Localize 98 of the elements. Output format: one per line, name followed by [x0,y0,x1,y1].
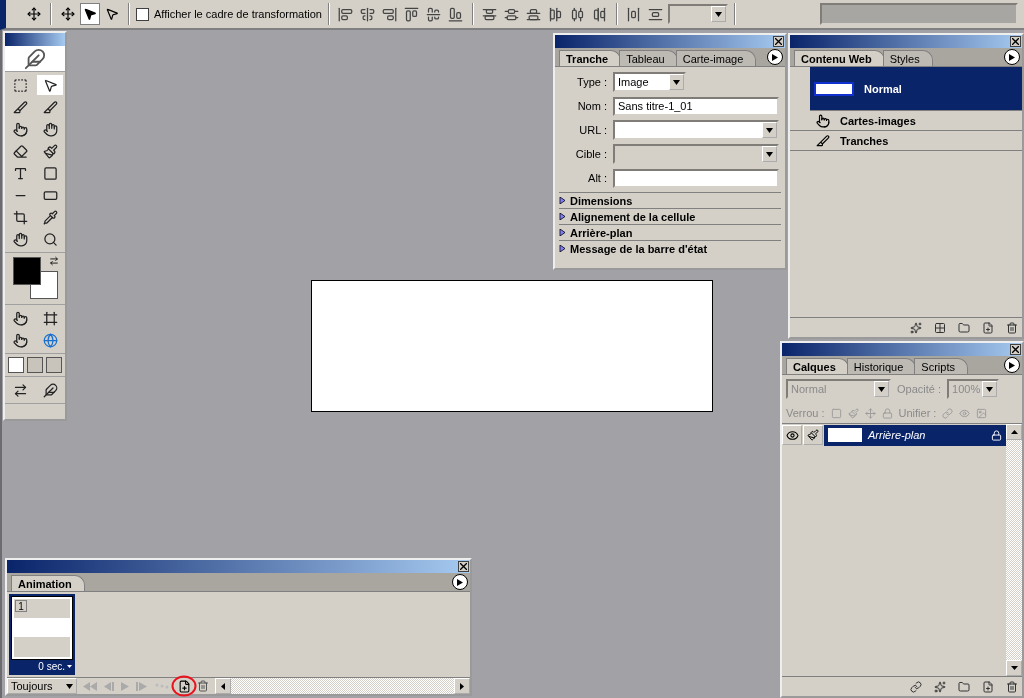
arrow-icon [221,682,225,690]
arrow-icon [460,682,464,690]
arrow-icon [1010,430,1018,434]
palette-tab[interactable]: Historique [846,358,917,374]
scrollbar[interactable] [1006,424,1022,676]
caret-icon [66,682,73,690]
field-label: Cible : [574,148,607,160]
field-label: URL : [578,124,607,136]
folder-icon[interactable] [958,321,970,334]
close-button[interactable] [1010,36,1021,47]
scroll-left-button[interactable] [215,678,231,694]
arrow-icon [1010,666,1018,670]
caret-icon [986,385,994,393]
palette-tab[interactable]: Calques [786,358,849,374]
color-swatches-drawing[interactable] [13,257,59,299]
palette-tab[interactable]: Tableau [619,50,678,66]
arrow-icon [1009,53,1015,61]
palette-tab[interactable]: Animation [11,575,85,591]
feather-icon [24,47,46,70]
close-button[interactable] [1010,344,1021,355]
scroll-right-button[interactable] [454,678,470,694]
close-button[interactable] [458,561,469,572]
palette-menu-button[interactable] [452,574,468,590]
arrow-icon [772,53,778,61]
arrow-icon [457,578,463,586]
scrollbar[interactable] [215,678,470,694]
palette-tab[interactable]: Contenu Web [794,50,885,66]
palette-tab[interactable]: Styles [882,50,933,66]
caret-icon [878,385,885,393]
close-button[interactable] [773,36,784,47]
palette-tab[interactable]: Scripts [914,358,968,374]
palette-menu-button[interactable] [767,49,783,65]
close-icon [1012,346,1019,353]
section-header[interactable]: Dimensions [570,194,633,207]
unify-label: Unifier : [898,407,937,419]
screen-mode-button[interactable] [8,357,24,373]
screen-mode-button[interactable] [46,357,62,373]
trash-icon[interactable] [197,680,209,692]
checkbox-label: Afficher le cadre de transformation [154,8,322,20]
new-frame-icon[interactable] [178,679,191,693]
swap-icon [49,256,59,266]
field-label: Alt : [587,172,607,184]
opacity-label: Opacité : [897,383,942,395]
scroll-down-button[interactable] [1006,660,1022,676]
caret-icon [766,150,773,158]
lock-label: Verrou : [786,407,825,419]
layer-thumbnail [828,428,862,442]
palette-tab[interactable]: Tranche [559,50,622,66]
screen-mode-button[interactable] [27,357,43,373]
sparkle-icon[interactable] [934,680,946,693]
checkbox[interactable] [136,7,149,21]
new-item-icon[interactable] [982,321,994,334]
palette-menu-button[interactable] [1004,49,1020,65]
eye-icon [785,428,799,442]
section-header[interactable]: Alignement de la cellule [570,210,696,223]
caret-icon [67,665,72,668]
annotation-circle [171,674,197,697]
section-header[interactable]: Arrière-plan [570,226,633,239]
web-content-item[interactable]: Normal [810,67,1022,111]
new-layer-icon[interactable] [982,680,994,693]
field-label: Type : [576,76,607,88]
loop-select[interactable]: Toujours [7,678,77,694]
caret-icon [714,10,722,18]
type-select[interactable]: Image [613,72,686,92]
link-icon[interactable] [910,680,922,693]
palette-menu-button[interactable] [1004,357,1020,373]
arrow-icon [1009,361,1015,369]
field-label: Nom : [576,100,607,112]
frame-number: 1 [15,600,27,612]
thumbnail [814,81,854,96]
text-field[interactable]: Sans titre-1_01 [613,96,779,116]
scroll-up-button[interactable] [1006,424,1022,440]
brush-icon [807,429,819,441]
trash-icon[interactable] [1006,680,1018,693]
close-icon [775,38,782,45]
caret-icon [673,78,680,86]
visibility-toggle[interactable] [782,425,802,445]
brush-toggle[interactable] [803,425,823,445]
distance-field[interactable] [667,4,728,24]
knife-icon [816,133,830,148]
palette-title-bar [5,33,65,46]
animation-frame[interactable]: 1 0 sec. [9,594,75,675]
grid-icon[interactable] [934,321,946,334]
combo-field[interactable] [613,120,779,140]
sparkle-icon[interactable] [910,321,922,334]
layer-row[interactable]: Arrière-plan [824,424,1006,446]
palette-tab[interactable]: Carte-image [675,50,757,66]
close-icon [460,563,467,570]
trash-icon[interactable] [1006,321,1018,334]
pointing-hand-icon [816,113,830,128]
caret-icon [766,126,773,134]
web-content-item[interactable]: Tranches [790,131,1022,151]
web-content-item[interactable]: Cartes-images [790,111,1022,131]
folder-icon[interactable] [958,680,970,693]
close-icon [1012,38,1019,45]
section-header[interactable]: Message de la barre d'état [570,242,708,255]
text-field[interactable] [613,168,779,188]
frame-delay: 0 sec. [38,661,65,672]
